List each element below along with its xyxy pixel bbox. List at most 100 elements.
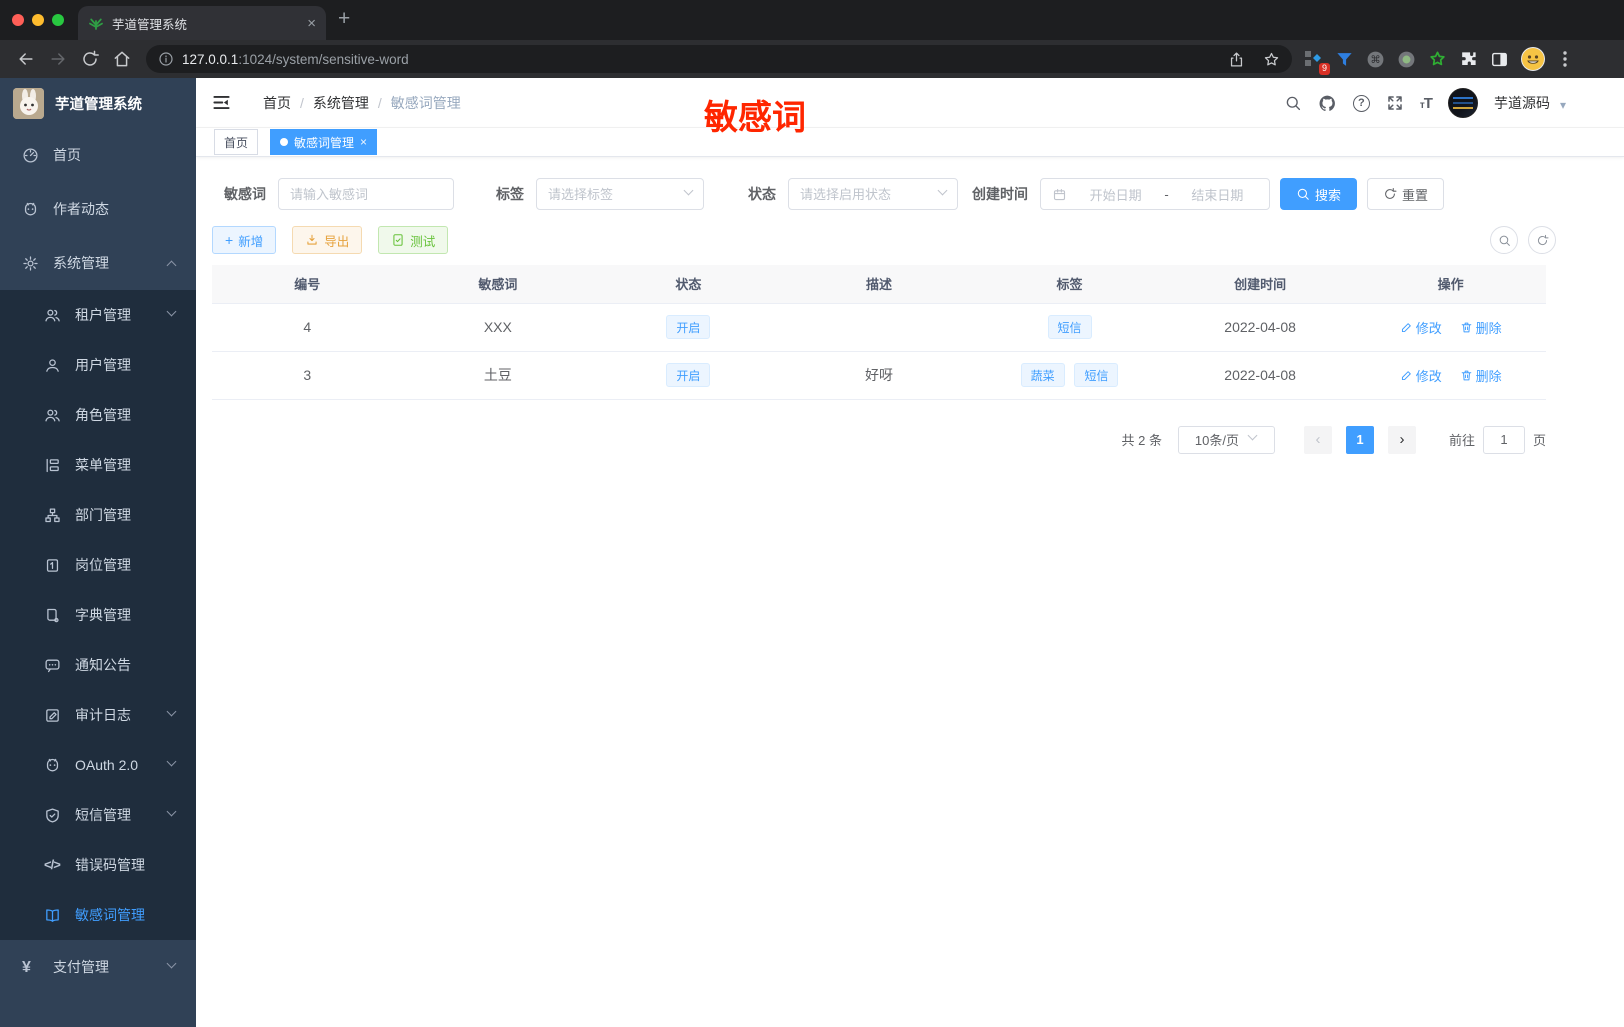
tab-close-icon[interactable]: × bbox=[307, 15, 316, 32]
col-word: 敏感词 bbox=[402, 265, 594, 304]
sidebar-item-author[interactable]: 作者动态 bbox=[0, 182, 196, 236]
tag-filter-select[interactable] bbox=[536, 178, 704, 210]
refresh-icon bbox=[1537, 234, 1549, 245]
sidebar-item-dept[interactable]: 部门管理 bbox=[0, 490, 196, 540]
goto-page-input[interactable] bbox=[1482, 425, 1525, 454]
badge-icon bbox=[46, 558, 59, 572]
pagination-total: 共 2 条 bbox=[1121, 433, 1162, 448]
app-title: 芋道管理系统 bbox=[55, 96, 142, 113]
status-filter-select[interactable] bbox=[788, 178, 958, 210]
new-tab-button[interactable]: + bbox=[338, 8, 350, 29]
sidebar-item-post[interactable]: 岗位管理 bbox=[0, 540, 196, 590]
edit-link[interactable]: 修改 bbox=[1400, 366, 1442, 385]
table-tools bbox=[1490, 226, 1556, 254]
sidebar-item-dict[interactable]: 字典管理 bbox=[0, 590, 196, 640]
url-text[interactable]: 127.0.0.1:1024/system/sensitive-word bbox=[182, 52, 1210, 67]
sidebar-item-home[interactable]: 首页 bbox=[0, 128, 196, 182]
command-extension-icon[interactable]: ⌘ bbox=[1366, 50, 1385, 69]
help-icon[interactable]: ? bbox=[1352, 94, 1370, 112]
navbar-right-tools: ? тT 芋道源码 ▾ bbox=[1284, 78, 1624, 128]
breadcrumb-home[interactable]: 首页 bbox=[263, 93, 291, 113]
sidebar-item-notice[interactable]: 通知公告 bbox=[0, 640, 196, 690]
browser-tab[interactable]: 芋道管理系统 × bbox=[78, 6, 326, 40]
side-panel-icon[interactable] bbox=[1490, 50, 1509, 69]
menu-tree-icon bbox=[46, 458, 59, 472]
sidebar-item-sms[interactable]: 短信管理 bbox=[0, 790, 196, 840]
delete-link[interactable]: 删除 bbox=[1460, 318, 1502, 337]
user-name[interactable]: 芋道源码 bbox=[1494, 93, 1550, 113]
window-close-button[interactable] bbox=[12, 14, 24, 26]
sidebar-item-oauth[interactable]: OAuth 2.0 bbox=[0, 740, 196, 790]
word-filter-input[interactable] bbox=[278, 178, 454, 210]
add-button[interactable]: + 新增 bbox=[212, 226, 277, 254]
hide-search-button[interactable] bbox=[1490, 226, 1518, 254]
sidebar-item-system[interactable]: 系统管理 bbox=[0, 236, 196, 290]
page-size-select[interactable]: 10条/页 bbox=[1177, 425, 1275, 454]
home-icon[interactable] bbox=[112, 49, 132, 69]
tag-sensitive-word[interactable]: 敏感词管理 × bbox=[270, 129, 378, 155]
profile-avatar[interactable] bbox=[1521, 47, 1545, 71]
extensions-puzzle-icon[interactable] bbox=[1459, 50, 1478, 69]
window-zoom-button[interactable] bbox=[52, 14, 64, 26]
delete-link[interactable]: 删除 bbox=[1460, 366, 1502, 385]
export-button[interactable]: 导出 bbox=[292, 226, 363, 254]
sidebar-item-menu[interactable]: 菜单管理 bbox=[0, 440, 196, 490]
sidebar-item-role[interactable]: 角色管理 bbox=[0, 390, 196, 440]
collapse-sidebar-icon[interactable] bbox=[212, 93, 231, 112]
open-book-icon bbox=[46, 908, 59, 922]
github-icon[interactable] bbox=[1318, 94, 1337, 113]
active-dot bbox=[280, 138, 289, 146]
site-info-icon[interactable] bbox=[158, 51, 174, 67]
pagination: 共 2 条 10条/页 ‹ 1 › 前往 页 bbox=[212, 425, 1546, 454]
refresh-table-button[interactable] bbox=[1528, 226, 1556, 254]
trash-icon bbox=[1461, 370, 1471, 380]
screenshot-extension-icon[interactable]: 9 bbox=[1304, 50, 1330, 75]
sidebar-item-user[interactable]: 用户管理 bbox=[0, 340, 196, 390]
reload-icon[interactable] bbox=[80, 49, 100, 69]
funnel-extension-icon[interactable] bbox=[1335, 50, 1354, 69]
window-minimize-button[interactable] bbox=[32, 14, 44, 26]
sidebar-item-tenant[interactable]: 租户管理 bbox=[0, 290, 196, 340]
sidebar-item-sensitive-word[interactable]: 敏感词管理 bbox=[0, 890, 196, 940]
bookmark-star-icon[interactable] bbox=[1263, 51, 1280, 68]
page-number-1[interactable]: 1 bbox=[1345, 425, 1374, 454]
tags-view: 首页 敏感词管理 × bbox=[196, 128, 1624, 157]
next-page-button[interactable]: › bbox=[1387, 425, 1416, 454]
date-end-placeholder[interactable]: 结束日期 bbox=[1177, 185, 1258, 204]
star-extension-icon[interactable] bbox=[1428, 50, 1447, 69]
reset-button[interactable]: 重置 bbox=[1367, 178, 1445, 210]
status-filter-label: 状态 bbox=[748, 186, 776, 202]
sidebar-item-audit[interactable]: 审计日志 bbox=[0, 690, 196, 740]
record-extension-icon[interactable] bbox=[1397, 50, 1416, 69]
robot-icon bbox=[46, 758, 59, 771]
caret-down-icon[interactable]: ▾ bbox=[1560, 98, 1566, 112]
sidebar-item-errcode[interactable]: </> 错误码管理 bbox=[0, 840, 196, 890]
app-logo-row: 芋道管理系统 bbox=[0, 78, 196, 128]
search-button[interactable]: 搜索 bbox=[1280, 178, 1358, 210]
font-size-icon[interactable]: тT bbox=[1420, 95, 1433, 112]
app-navbar: 首页 / 系统管理 / 敏感词管理 ? тT 芋道源码 ▾ bbox=[196, 78, 1624, 128]
back-icon[interactable] bbox=[16, 49, 36, 69]
tag-close-icon[interactable]: × bbox=[360, 135, 367, 149]
table-row: 3 土豆 开启 好呀 蔬菜 短信 2022-04-08 修改 删除 bbox=[212, 351, 1546, 400]
share-icon[interactable] bbox=[1228, 51, 1245, 68]
address-bar[interactable]: 127.0.0.1:1024/system/sensitive-word bbox=[146, 45, 1292, 73]
user-avatar[interactable] bbox=[1447, 88, 1478, 118]
date-start-placeholder[interactable]: 开始日期 bbox=[1075, 185, 1156, 204]
test-button[interactable]: 测试 bbox=[378, 226, 449, 254]
chevron-down-icon bbox=[166, 306, 178, 320]
goto-label: 前往 bbox=[1448, 433, 1475, 448]
prev-page-button[interactable]: ‹ bbox=[1303, 425, 1332, 454]
breadcrumb-system[interactable]: 系统管理 bbox=[313, 93, 369, 113]
forward-icon[interactable] bbox=[48, 49, 68, 69]
search-icon[interactable] bbox=[1284, 94, 1302, 112]
date-range-picker[interactable]: 开始日期 - 结束日期 bbox=[1040, 178, 1270, 210]
message-bubble-icon bbox=[45, 659, 60, 672]
fullscreen-icon[interactable] bbox=[1386, 94, 1404, 112]
svg-text:⌘: ⌘ bbox=[1370, 55, 1380, 66]
tag-home[interactable]: 首页 bbox=[214, 129, 259, 155]
edit-link[interactable]: 修改 bbox=[1400, 318, 1442, 337]
calendar-icon bbox=[1053, 188, 1066, 200]
sidebar-item-pay[interactable]: ¥ 支付管理 bbox=[0, 940, 196, 994]
browser-menu-icon[interactable] bbox=[1557, 50, 1573, 68]
